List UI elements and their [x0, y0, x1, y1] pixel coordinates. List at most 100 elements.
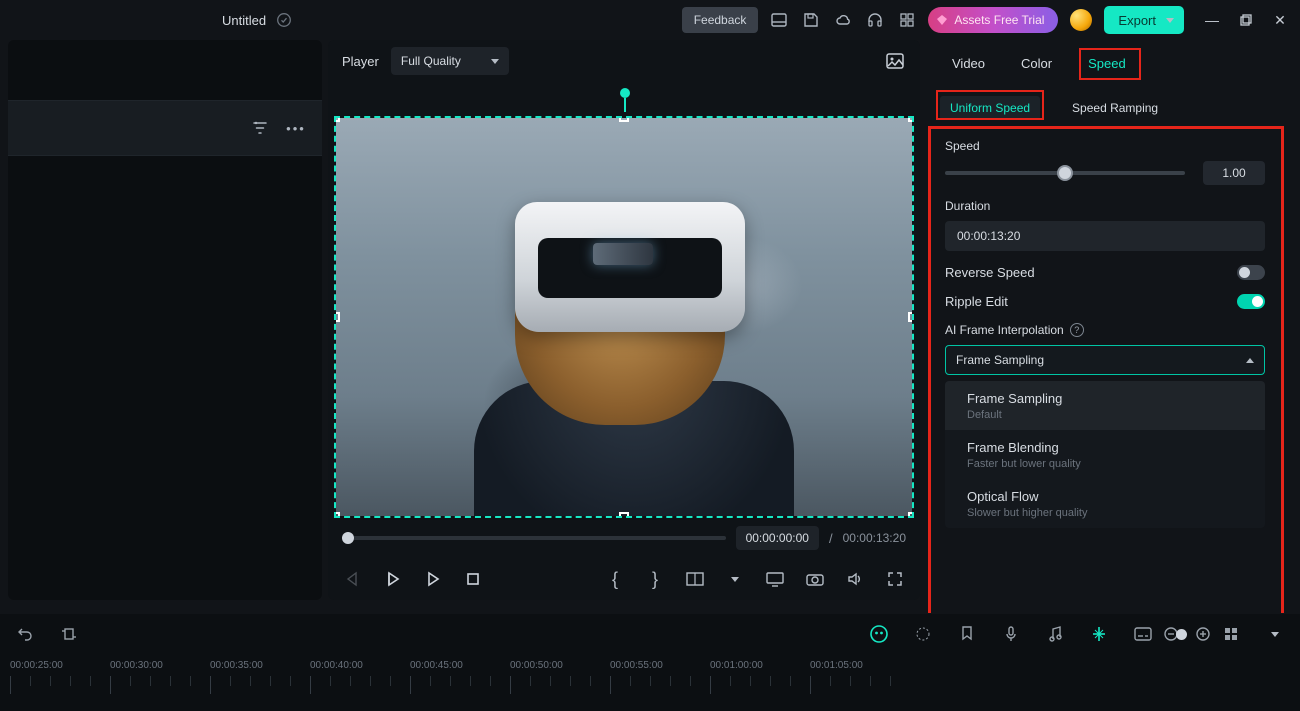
ai-interpolation-select[interactable]: Frame Sampling [945, 345, 1265, 375]
ai-interp-option[interactable]: Optical FlowSlower but higher quality [945, 479, 1265, 528]
timeline-tick: 00:01:05:00 [810, 660, 863, 671]
stop-button[interactable] [462, 568, 484, 590]
reverse-speed-label: Reverse Speed [945, 265, 1035, 280]
ripple-edit-toggle[interactable] [1237, 294, 1265, 309]
play-button[interactable] [422, 568, 444, 590]
chevron-down-icon [1166, 18, 1174, 23]
resize-handle[interactable] [334, 512, 340, 518]
window-minimize-button[interactable]: — [1204, 12, 1220, 28]
timeline-tick: 00:00:30:00 [110, 660, 163, 671]
marker-icon[interactable] [956, 623, 978, 645]
option-subtitle: Faster but lower quality [967, 458, 1243, 470]
option-title: Frame Sampling [967, 391, 1243, 406]
inspector-tabs: Video Color Speed [926, 40, 1292, 86]
ai-interpolation-dropdown: Frame SamplingDefaultFrame BlendingFaste… [945, 381, 1265, 528]
timeline-tick: 00:01:00:00 [710, 660, 763, 671]
diamond-icon [936, 14, 948, 26]
ai-interp-option[interactable]: Frame SamplingDefault [945, 381, 1265, 430]
crop-icon[interactable] [58, 623, 80, 645]
player-label: Player [342, 54, 379, 69]
media-panel-toolbar: ••• [8, 100, 322, 156]
undo-icon[interactable] [14, 623, 36, 645]
resize-handle[interactable] [334, 116, 340, 122]
feedback-button[interactable]: Feedback [682, 7, 759, 33]
filter-icon[interactable] [250, 118, 270, 138]
playhead-marker[interactable] [620, 88, 630, 98]
reverse-speed-toggle[interactable] [1237, 265, 1265, 280]
speed-slider[interactable] [945, 171, 1185, 175]
timeline-tick: 00:00:55:00 [610, 660, 663, 671]
subtab-speed-ramping[interactable]: Speed Ramping [1062, 96, 1168, 120]
resize-handle[interactable] [619, 116, 629, 122]
duration-label: Duration [945, 199, 1265, 213]
scrub-bar[interactable] [342, 536, 726, 540]
save-status-icon [276, 12, 292, 28]
option-subtitle: Slower but higher quality [967, 507, 1243, 519]
media-panel: ••• [8, 40, 322, 600]
current-time: 00:00:00:00 [736, 526, 819, 550]
caption-icon[interactable] [1132, 623, 1154, 645]
export-button[interactable]: Export [1104, 6, 1184, 34]
apps-icon[interactable] [898, 11, 916, 29]
window-close-button[interactable]: ✕ [1272, 12, 1288, 28]
volume-icon[interactable] [844, 568, 866, 590]
effects-icon[interactable] [912, 623, 934, 645]
snapshot-icon[interactable] [884, 50, 906, 72]
speed-label: Speed [945, 139, 1265, 153]
track-view-chevron[interactable] [1264, 623, 1286, 645]
zoom-in-button[interactable] [1195, 626, 1211, 642]
user-avatar[interactable] [1070, 9, 1092, 31]
ai-interp-option[interactable]: Frame BlendingFaster but lower quality [945, 430, 1265, 479]
speed-slider-thumb[interactable] [1057, 165, 1073, 181]
quality-select[interactable]: Full Quality [391, 47, 509, 75]
resize-handle[interactable] [334, 312, 340, 322]
headphones-icon[interactable] [866, 11, 884, 29]
resize-handle[interactable] [619, 512, 629, 518]
inspector-panel: Video Color Speed Uniform Speed Speed Ra… [926, 40, 1292, 600]
resize-handle[interactable] [908, 116, 914, 122]
video-preview[interactable] [334, 116, 914, 518]
annotation-uniform-speed [936, 90, 1044, 120]
mark-out-button[interactable]: } [644, 568, 666, 590]
project-title: Untitled [222, 13, 266, 28]
assets-trial-button[interactable]: Assets Free Trial [928, 7, 1058, 33]
resize-handle[interactable] [908, 312, 914, 322]
display-button[interactable] [764, 568, 786, 590]
ratio-chevron[interactable] [724, 568, 746, 590]
save-icon[interactable] [802, 11, 820, 29]
timeline: 00:00:25:0000:00:30:0000:00:35:0000:00:4… [0, 613, 1300, 711]
timeline-tick: 00:00:45:00 [410, 660, 463, 671]
ai-interpolation-label: AI Frame Interpolation [945, 323, 1064, 337]
duration-input[interactable]: 00:00:13:20 [945, 221, 1265, 251]
ratio-button[interactable] [684, 568, 706, 590]
prev-frame-button[interactable] [342, 568, 364, 590]
track-view-icon[interactable] [1220, 623, 1242, 645]
mark-in-button[interactable]: { [604, 568, 626, 590]
annotation-speed-tab [1079, 48, 1141, 80]
layout-icon[interactable] [770, 11, 788, 29]
title-bar: Untitled Feedback Assets Free Trial Expo… [0, 0, 1300, 40]
player-panel: Player Full Quality [328, 40, 920, 600]
zoom-controls [1176, 623, 1198, 645]
video-frame [336, 118, 912, 516]
ai-interp-selected: Frame Sampling [956, 353, 1044, 367]
music-icon[interactable] [1044, 623, 1066, 645]
resize-handle[interactable] [908, 512, 914, 518]
mic-icon[interactable] [1000, 623, 1022, 645]
split-icon[interactable] [1088, 623, 1110, 645]
tab-color[interactable]: Color [1017, 50, 1056, 77]
camera-icon[interactable] [804, 568, 826, 590]
speed-panel: Speed 1.00 Duration 00:00:13:20 Reverse … [928, 126, 1284, 622]
scrub-thumb[interactable] [342, 532, 354, 544]
speed-value[interactable]: 1.00 [1203, 161, 1265, 185]
cloud-icon[interactable] [834, 11, 852, 29]
play-pause-button[interactable] [382, 568, 404, 590]
window-maximize-button[interactable] [1238, 12, 1254, 28]
assistant-icon[interactable] [868, 623, 890, 645]
timeline-tick: 00:00:25:00 [10, 660, 63, 671]
help-icon[interactable]: ? [1070, 323, 1084, 337]
tab-video[interactable]: Video [948, 50, 989, 77]
fullscreen-icon[interactable] [884, 568, 906, 590]
timeline-ruler[interactable]: 00:00:25:0000:00:30:0000:00:35:0000:00:4… [0, 654, 1300, 698]
more-icon[interactable]: ••• [286, 118, 306, 138]
